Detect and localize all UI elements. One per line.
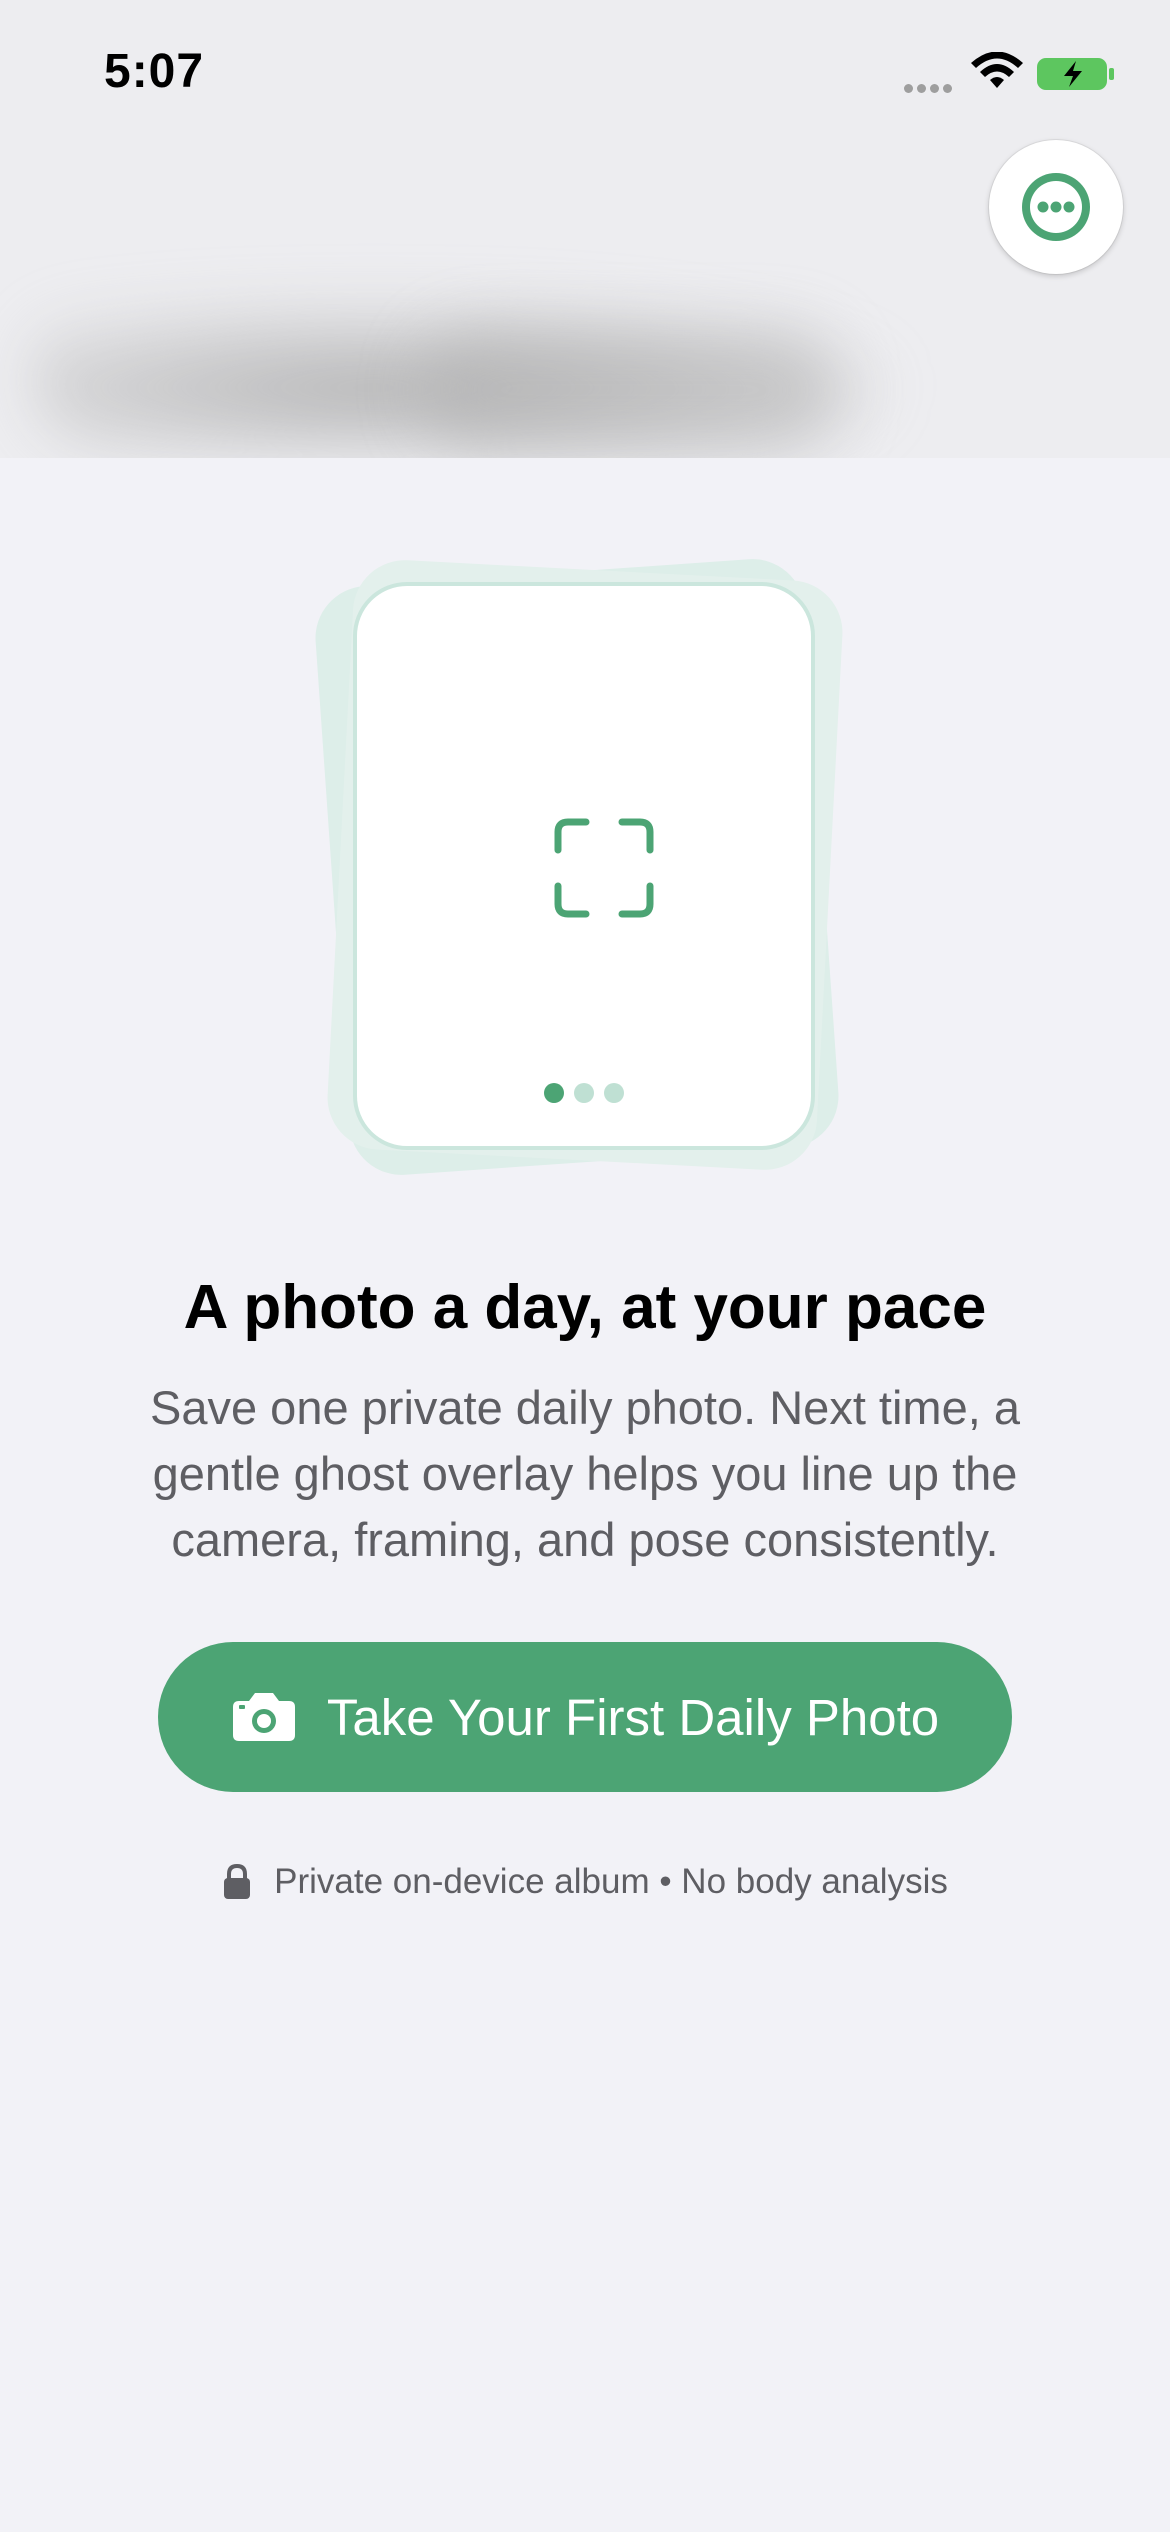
status-time: 5:07: [104, 45, 205, 98]
description-text: Save one private daily photo. Next time,…: [150, 1381, 1020, 1566]
headline: A photo a day, at your pace: [183, 1273, 987, 1342]
signal-dots-icon: [904, 80, 960, 93]
status-bar: 5:07: [0, 0, 1170, 150]
blurred-backdrop-secondary: [420, 330, 840, 450]
card-front: [353, 582, 815, 1150]
ellipsis-circle-icon: [1022, 173, 1090, 241]
page-indicator: [357, 1083, 811, 1103]
camera-icon: [232, 1693, 295, 1741]
privacy-note: Private on-device album • No body analys…: [0, 1862, 1170, 1902]
take-first-photo-button[interactable]: Take Your First Daily Photo: [158, 1642, 1012, 1792]
wifi-icon: [971, 52, 1023, 88]
photo-stack-illustration: [312, 555, 850, 1180]
privacy-note-text: Private on-device album • No body analys…: [274, 1862, 948, 1901]
battery-charging-icon: [1037, 58, 1114, 90]
viewfinder-icon: [554, 818, 654, 918]
more-options-button[interactable]: [989, 140, 1123, 274]
lock-icon: [224, 1863, 251, 1899]
cta-label: Take Your First Daily Photo: [326, 1688, 940, 1746]
page-dot: [574, 1083, 594, 1103]
header: 5:07: [0, 0, 1170, 458]
page-dot: [604, 1083, 624, 1103]
page-dot-active: [544, 1083, 564, 1103]
